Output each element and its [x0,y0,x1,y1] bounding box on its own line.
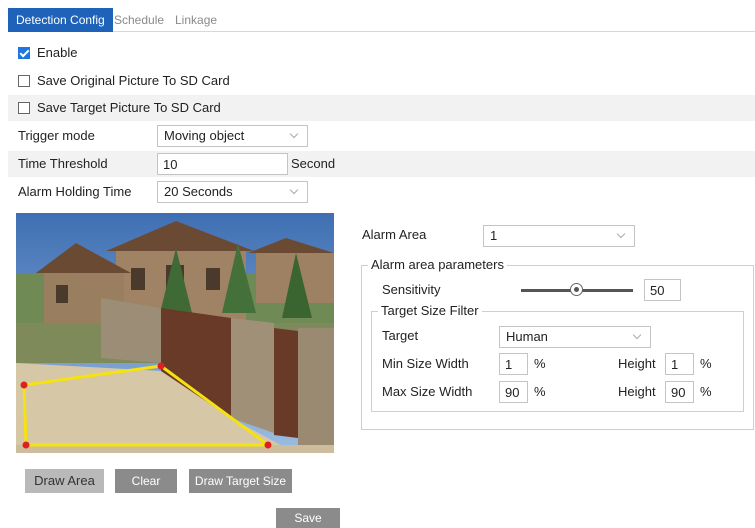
sensitivity-label: Sensitivity [382,282,441,297]
max-height-label: Height [618,384,656,399]
min-size-width-input[interactable] [499,353,528,375]
target-select[interactable]: Human [499,326,651,348]
trigger-mode-value: Moving object [164,128,245,143]
enable-label: Enable [37,45,78,60]
min-height-percent: % [700,356,712,371]
time-threshold-label: Time Threshold [18,156,108,171]
time-threshold-row: Time Threshold Second [8,151,755,177]
max-height-input[interactable] [665,381,694,403]
max-size-width-label: Max Size Width [382,384,473,399]
alarm-holding-label: Alarm Holding Time [18,184,132,199]
save-target-label: Save Target Picture To SD Card [37,100,221,115]
max-width-percent: % [534,384,546,399]
target-value: Human [506,329,548,344]
save-target-checkbox[interactable] [18,102,30,114]
max-height-percent: % [700,384,712,399]
save-original-label: Save Original Picture To SD Card [37,73,230,88]
save-button[interactable]: Save [276,508,340,528]
trigger-mode-select[interactable]: Moving object [157,125,308,147]
alarm-area-select[interactable]: 1 [483,225,635,247]
clear-button[interactable]: Clear [115,469,177,493]
alarm-area-label: Alarm Area [362,227,427,242]
save-target-row: Save Target Picture To SD Card [8,95,755,121]
trigger-mode-row: Trigger mode Moving object [8,123,755,149]
camera-preview-image [16,213,334,453]
min-height-input[interactable] [665,353,694,375]
enable-checkbox[interactable] [18,47,30,59]
alarm-area-parameters-title: Alarm area parameters [368,257,507,273]
save-original-row: Save Original Picture To SD Card [8,68,755,94]
tab-bar: Detection Config Schedule Linkage [8,8,755,32]
save-original-checkbox[interactable] [18,75,30,87]
draw-target-size-button[interactable]: Draw Target Size [189,469,292,493]
min-height-label: Height [618,356,656,371]
time-threshold-input[interactable] [157,153,288,175]
alarm-holding-row: Alarm Holding Time 20 Seconds [8,179,755,205]
max-size-width-input[interactable] [499,381,528,403]
draw-area-button[interactable]: Draw Area [25,469,104,493]
alarm-holding-value: 20 Seconds [164,184,233,199]
trigger-mode-label: Trigger mode [18,128,95,143]
sensitivity-slider-handle[interactable] [570,283,583,296]
alarm-area-value: 1 [490,228,498,243]
tab-schedule[interactable]: Schedule [114,8,164,32]
alarm-holding-select[interactable]: 20 Seconds [157,181,308,203]
min-width-percent: % [534,356,546,371]
tab-detection-config[interactable]: Detection Config [8,8,113,32]
time-threshold-unit: Second [291,156,336,171]
chevron-down-icon [632,330,642,340]
tab-linkage[interactable]: Linkage [175,8,217,32]
min-size-width-label: Min Size Width [382,356,469,371]
chevron-down-icon [289,129,299,139]
target-size-filter-title: Target Size Filter [378,303,482,319]
chevron-down-icon [616,229,626,239]
camera-preview[interactable] [16,213,334,453]
target-label: Target [382,328,419,343]
sensitivity-input[interactable] [644,279,681,301]
enable-row: Enable [8,40,755,66]
chevron-down-icon [289,185,299,195]
